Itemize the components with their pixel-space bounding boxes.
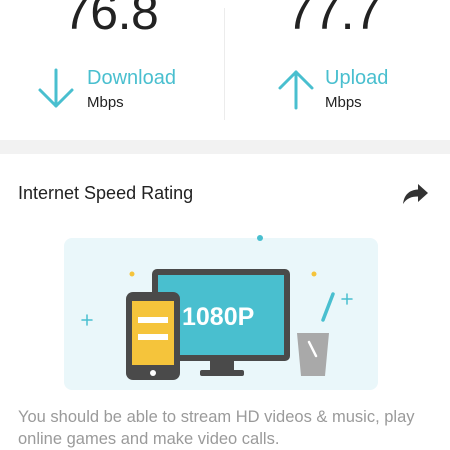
arrow-down-icon (38, 68, 74, 108)
download-speed-value: 76.8 (63, 0, 159, 40)
resolution-label: 1080P (182, 303, 254, 331)
share-arrow-icon (403, 184, 428, 204)
section-separator (0, 140, 450, 154)
speed-rating-card: Internet Speed Rating 1080P You should b… (0, 154, 450, 450)
hd-streaming-illustration: 1080P (64, 235, 378, 390)
upload-speed-value: 77.7 (286, 0, 382, 40)
sparkle-dot (257, 235, 263, 241)
download-label: Download (87, 67, 176, 89)
rating-description: You should be able to stream HD videos &… (18, 408, 415, 448)
phone (126, 292, 180, 380)
upload-unit: Mbps (325, 94, 362, 111)
metric-divider (224, 8, 225, 120)
download-metric: 76.8 Download Mbps (0, 0, 224, 140)
speed-results: 76.8 Download Mbps 77.7 Upload Mbps (0, 0, 450, 140)
upload-label: Upload (325, 67, 389, 89)
sparkle-dot (129, 271, 135, 277)
download-unit: Mbps (87, 94, 124, 111)
rating-title: Internet Speed Rating (18, 183, 194, 203)
speed-test-result-screen: 76.8 Download Mbps 77.7 Upload Mbps Inte… (0, 0, 450, 450)
arrow-up-icon (278, 70, 314, 110)
sparkle-dot (311, 271, 317, 277)
upload-metric: 77.7 Upload Mbps (226, 0, 450, 140)
share-button[interactable] (400, 180, 432, 208)
